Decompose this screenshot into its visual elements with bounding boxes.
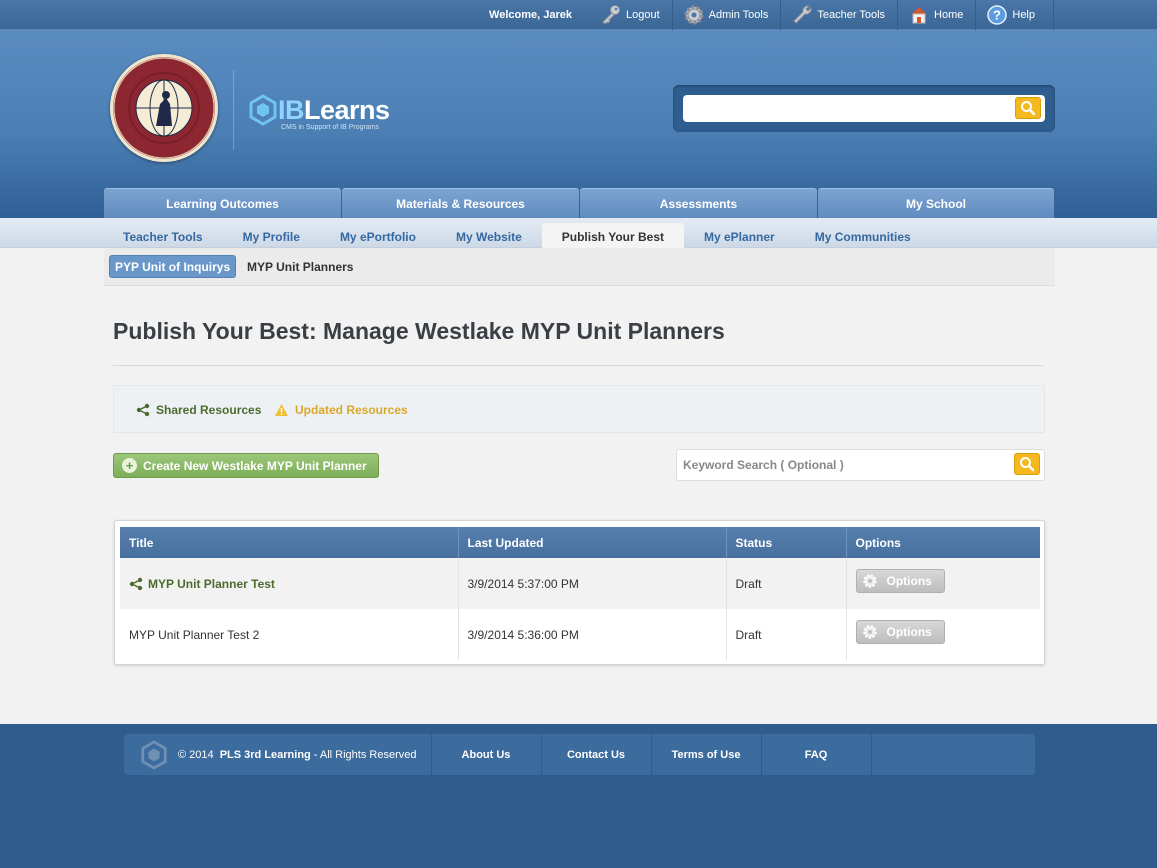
footer-hexagon-logo-icon[interactable]	[140, 739, 168, 770]
site-footer: © 2014 PLS 3rd Learning - All Rights Rese…	[0, 724, 1157, 868]
tab-myp-unit-planners[interactable]: MYP Unit Planners	[242, 255, 358, 278]
header-search-button[interactable]	[1015, 97, 1041, 119]
column-header-last-updated[interactable]: Last Updated	[458, 527, 727, 558]
main-nav: Learning Outcomes Materials & Resources …	[104, 188, 1055, 218]
header-search	[673, 85, 1055, 132]
main-nav-assessments[interactable]: Assessments	[580, 188, 817, 218]
main-nav-learning-outcomes[interactable]: Learning Outcomes	[104, 188, 341, 218]
hexagon-logo-icon	[249, 94, 277, 126]
logout-label: Logout	[625, 9, 660, 21]
create-button-label: Create New Westlake MYP Unit Planner	[143, 458, 367, 473]
footer-link-about-us[interactable]: About Us	[432, 734, 542, 775]
share-icon	[129, 577, 143, 590]
wrench-icon	[793, 5, 812, 24]
footer-link-terms-of-use[interactable]: Terms of Use	[652, 734, 762, 775]
help-icon: ?	[987, 5, 1008, 25]
title-divider	[113, 365, 1043, 366]
top-bar: Welcome, Jarek Logout Admin Tools Teache…	[0, 0, 1157, 30]
iblearns-logo[interactable]: IBLearns CMS in Support of IB Programs	[248, 94, 390, 131]
home-link[interactable]: Home	[898, 0, 977, 30]
gear-icon	[684, 5, 704, 25]
keyword-search-input[interactable]	[677, 450, 1007, 480]
header-search-input[interactable]	[683, 95, 1045, 122]
header-divider	[233, 70, 234, 150]
help-link[interactable]: ? Help	[976, 0, 1054, 30]
top-links: Welcome, Jarek Logout Admin Tools Teache…	[489, 0, 1054, 30]
options-button-label: Options	[886, 574, 932, 588]
table-row: MYP Unit Planner Test 2 3/9/2014 5:36:00…	[120, 609, 1040, 660]
sub-nav-my-eplanner[interactable]: My ePlanner	[684, 218, 795, 248]
row-title-cell: MYP Unit Planner Test	[120, 558, 459, 609]
tertiary-nav: PYP Unit of Inquirys MYP Unit Planners	[104, 248, 1055, 286]
sub-nav-my-website[interactable]: My Website	[436, 218, 542, 248]
row-options-cell: Options	[846, 558, 1040, 609]
home-icon	[911, 7, 928, 24]
row-last-updated: 3/9/2014 5:36:00 PM	[458, 609, 727, 660]
page-title: Publish Your Best: Manage Westlake MYP U…	[113, 318, 725, 344]
plus-icon: +	[122, 458, 137, 473]
search-icon	[1021, 101, 1036, 116]
legend-shared-resources[interactable]: Shared Resources	[136, 403, 261, 417]
welcome-text: Welcome, Jarek	[489, 9, 572, 21]
table-row: MYP Unit Planner Test 3/9/2014 5:37:00 P…	[120, 558, 1040, 609]
row-title-link[interactable]: MYP Unit Planner Test	[129, 577, 458, 591]
footer-link-faq[interactable]: FAQ	[762, 734, 872, 775]
sub-nav-my-eportfolio[interactable]: My ePortfolio	[320, 218, 436, 248]
tab-pyp-unit-of-inquirys[interactable]: PYP Unit of Inquirys	[109, 255, 237, 278]
logo-wordmark: IBLearns	[278, 94, 390, 125]
warning-icon	[275, 404, 288, 416]
unit-planners-table: Title Last Updated Status Options MYP Un…	[114, 520, 1045, 665]
main-nav-my-school[interactable]: My School	[818, 188, 1054, 218]
create-unit-planner-button[interactable]: + Create New Westlake MYP Unit Planner	[113, 453, 379, 478]
sub-nav: Teacher Tools My Profile My ePortfolio M…	[0, 218, 1157, 248]
row-status: Draft	[726, 609, 847, 660]
admin-tools-label: Admin Tools	[708, 9, 769, 21]
sub-nav-publish-your-best[interactable]: Publish Your Best	[541, 223, 684, 248]
school-seal-logo[interactable]	[110, 54, 218, 162]
footer-bar: © 2014 PLS 3rd Learning - All Rights Rese…	[124, 734, 1035, 775]
gear-icon	[862, 574, 877, 588]
logo-tagline: CMS in Support of IB Programs	[281, 124, 380, 131]
admin-tools-link[interactable]: Admin Tools	[673, 0, 782, 30]
keyword-search	[676, 449, 1045, 481]
footer-link-contact-us[interactable]: Contact Us	[542, 734, 652, 775]
column-header-status[interactable]: Status	[726, 527, 847, 558]
row-title-text[interactable]: MYP Unit Planner Test 2	[120, 609, 459, 660]
share-icon	[136, 403, 150, 417]
options-button[interactable]: Options	[855, 569, 945, 593]
key-icon	[602, 5, 620, 25]
keyword-search-button[interactable]	[1014, 453, 1040, 475]
gear-icon	[862, 625, 877, 639]
options-button[interactable]: Options	[855, 620, 945, 644]
column-header-options: Options	[846, 527, 1040, 558]
row-title-text: MYP Unit Planner Test	[148, 576, 275, 591]
sub-nav-my-communities[interactable]: My Communities	[795, 218, 931, 248]
legend-shared-label: Shared Resources	[156, 403, 262, 417]
home-label: Home	[934, 9, 964, 21]
row-last-updated: 3/9/2014 5:37:00 PM	[458, 558, 727, 609]
svg-text:?: ?	[993, 8, 1001, 23]
resource-legend: Shared Resources Updated Resources	[113, 385, 1045, 433]
legend-updated-label: Updated Resources	[295, 403, 408, 417]
search-icon	[1020, 457, 1035, 472]
row-options-cell: Options	[846, 609, 1040, 660]
teacher-tools-link[interactable]: Teacher Tools	[781, 0, 899, 30]
footer-copyright: © 2014 PLS 3rd Learning - All Rights Rese…	[178, 734, 432, 775]
seal-graphic	[113, 57, 215, 159]
table-header-row: Title Last Updated Status Options	[120, 527, 1040, 558]
help-label: Help	[1012, 9, 1035, 21]
site-header: IBLearns CMS in Support of IB Programs L…	[0, 30, 1157, 218]
sub-nav-teacher-tools[interactable]: Teacher Tools	[103, 218, 223, 248]
main-nav-materials-resources[interactable]: Materials & Resources	[342, 188, 579, 218]
sub-nav-my-profile[interactable]: My Profile	[223, 218, 320, 248]
options-button-label: Options	[886, 625, 932, 639]
teacher-tools-label: Teacher Tools	[817, 9, 886, 21]
logout-link[interactable]: Logout	[590, 0, 673, 30]
row-status: Draft	[726, 558, 847, 609]
column-header-title[interactable]: Title	[120, 527, 459, 558]
legend-updated-resources[interactable]: Updated Resources	[274, 403, 408, 417]
